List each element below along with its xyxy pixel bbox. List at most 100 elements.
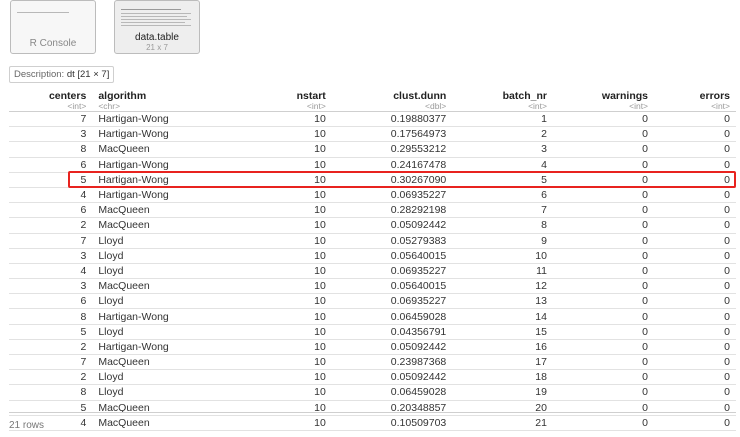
- column-header-nstart[interactable]: nstart <int>: [206, 88, 332, 112]
- column-header-algorithm[interactable]: algorithm <chr>: [92, 88, 206, 112]
- cell-batch-nr: 9: [541, 234, 547, 247]
- cell-warnings: 0: [642, 113, 649, 126]
- table-row[interactable]: 8 Hartigan-Wong 10 0.06459028 14 0 0: [9, 309, 736, 325]
- table-row[interactable]: 3 Hartigan-Wong 10 0.17564973 2 0 0: [9, 127, 736, 142]
- cell-centers: 4: [80, 189, 87, 202]
- column-type: <dbl>: [425, 101, 447, 111]
- cell-errors: 0: [724, 325, 730, 338]
- cell-clust-dunn: 0.24167478: [390, 158, 447, 171]
- cell-errors: 0: [724, 340, 730, 353]
- cell-algorithm: Lloyd: [98, 249, 124, 262]
- cell-errors: 0: [724, 295, 730, 308]
- cell-clust-dunn: 0.05640015: [390, 249, 447, 262]
- table-row[interactable]: 7 Lloyd 10 0.05279383 9 0 0: [9, 233, 736, 249]
- table-row[interactable]: 7 Hartigan-Wong 10 0.19880377 1 0 0: [9, 112, 736, 127]
- column-header-errors[interactable]: errors <int>: [654, 88, 736, 112]
- cell-algorithm: MacQueen: [98, 416, 150, 429]
- column-header-centers[interactable]: centers <int>: [9, 88, 92, 112]
- cell-algorithm: Hartigan-Wong: [98, 173, 169, 186]
- table-row[interactable]: 5 Hartigan-Wong 10 0.30267090 5 0 0: [9, 172, 736, 188]
- table-row[interactable]: 2 MacQueen 10 0.05092442 8 0 0: [9, 218, 736, 233]
- cell-nstart: 10: [314, 280, 326, 293]
- table-row[interactable]: 4 Lloyd 10 0.06935227 11 0 0: [9, 263, 736, 279]
- tab-data-table[interactable]: data.table 21 x 7: [114, 0, 200, 54]
- cell-warnings: 0: [642, 310, 649, 323]
- cell-centers: 3: [80, 249, 87, 262]
- table-row[interactable]: 6 Hartigan-Wong 10 0.24167478 4 0 0: [9, 157, 736, 173]
- cell-clust-dunn: 0.06935227: [390, 264, 447, 277]
- table-row[interactable]: 2 Hartigan-Wong 10 0.05092442 16 0 0: [9, 339, 736, 355]
- table-row[interactable]: 8 Lloyd 10 0.06459028 19 0 0: [9, 385, 736, 401]
- table-row[interactable]: 6 MacQueen 10 0.28292198 7 0 0: [9, 203, 736, 218]
- cell-warnings: 0: [642, 295, 649, 308]
- cell-algorithm: MacQueen: [98, 204, 150, 217]
- cell-errors: 0: [724, 173, 730, 186]
- cell-nstart: 10: [314, 143, 326, 156]
- column-type: <int>: [528, 101, 547, 111]
- cell-batch-nr: 16: [535, 340, 547, 353]
- cell-algorithm: Hartigan-Wong: [98, 158, 169, 171]
- cell-algorithm: Hartigan-Wong: [98, 189, 169, 202]
- cell-nstart: 10: [314, 113, 326, 126]
- table-row[interactable]: 3 Lloyd 10 0.05640015 10 0 0: [9, 248, 736, 264]
- column-type: <int>: [629, 101, 649, 111]
- cell-batch-nr: 11: [536, 264, 547, 277]
- table-row[interactable]: 7 MacQueen 10 0.23987368 17 0 0: [9, 355, 736, 370]
- column-type: <int>: [67, 101, 87, 111]
- cell-errors: 0: [724, 386, 730, 399]
- cell-batch-nr: 5: [541, 173, 547, 186]
- cell-clust-dunn: 0.19880377: [390, 113, 447, 126]
- cell-algorithm: MacQueen: [98, 219, 150, 232]
- cell-batch-nr: 8: [541, 219, 547, 232]
- cell-nstart: 10: [314, 356, 326, 369]
- cell-nstart: 10: [314, 158, 326, 171]
- data-table: centers <int> algorithm <chr> nstart <int> clu…: [9, 88, 736, 431]
- table-row[interactable]: 6 Lloyd 10 0.06935227 13 0 0: [9, 294, 736, 309]
- cell-clust-dunn: 0.05279383: [390, 234, 447, 247]
- cell-centers: 8: [80, 310, 87, 323]
- table-row[interactable]: 3 MacQueen 10 0.05640015 12 0 0: [9, 279, 736, 294]
- column-header-warnings[interactable]: warnings <int>: [553, 88, 654, 112]
- cell-batch-nr: 13: [535, 295, 547, 308]
- tab-r-console-label: R Console: [29, 38, 77, 49]
- cell-batch-nr: 4: [541, 158, 547, 171]
- table-row[interactable]: 4 MacQueen 10 0.10509703 21 0 0: [9, 415, 736, 431]
- cell-nstart: 10: [314, 416, 326, 429]
- column-type: <int>: [711, 101, 730, 111]
- table-row[interactable]: 2 Lloyd 10 0.05092442 18 0 0: [9, 370, 736, 385]
- cell-centers: 5: [80, 173, 87, 186]
- table-row[interactable]: 5 Lloyd 10 0.04356791 15 0 0: [9, 324, 736, 340]
- cell-errors: 0: [724, 249, 730, 262]
- cell-algorithm: Hartigan-Wong: [98, 113, 169, 126]
- cell-algorithm: Hartigan-Wong: [98, 128, 169, 141]
- cell-warnings: 0: [642, 158, 649, 171]
- cell-warnings: 0: [642, 128, 649, 141]
- tab-data-table-label: data.table: [135, 32, 179, 43]
- column-header-clust-dunn[interactable]: clust.dunn <dbl>: [332, 88, 452, 112]
- cell-errors: 0: [724, 234, 730, 247]
- cell-centers: 2: [80, 219, 87, 232]
- cell-algorithm: Lloyd: [98, 371, 124, 384]
- cell-centers: 5: [80, 325, 87, 338]
- cell-algorithm: Lloyd: [98, 295, 124, 308]
- cell-warnings: 0: [642, 280, 649, 293]
- cell-centers: 6: [80, 158, 87, 171]
- cell-nstart: 10: [314, 249, 326, 262]
- cell-errors: 0: [724, 356, 730, 369]
- cell-warnings: 0: [642, 189, 649, 202]
- column-header-batch-nr[interactable]: batch_nr <int>: [452, 88, 553, 112]
- cell-errors: 0: [724, 280, 730, 293]
- cell-errors: 0: [724, 189, 730, 202]
- table-row[interactable]: 4 Hartigan-Wong 10 0.06935227 6 0 0: [9, 187, 736, 203]
- cell-centers: 7: [80, 113, 87, 126]
- tab-r-console[interactable]: R Console: [10, 0, 96, 54]
- row-count: 21 rows: [9, 420, 45, 431]
- cell-centers: 8: [80, 143, 87, 156]
- cell-clust-dunn: 0.05640015: [390, 280, 447, 293]
- table-row[interactable]: 8 MacQueen 10 0.29553212 3 0 0: [9, 142, 736, 158]
- column-type: <int>: [306, 101, 326, 111]
- cell-algorithm: Lloyd: [98, 234, 124, 247]
- cell-warnings: 0: [642, 204, 649, 217]
- column-type: <chr>: [98, 101, 121, 111]
- cell-batch-nr: 3: [541, 143, 547, 156]
